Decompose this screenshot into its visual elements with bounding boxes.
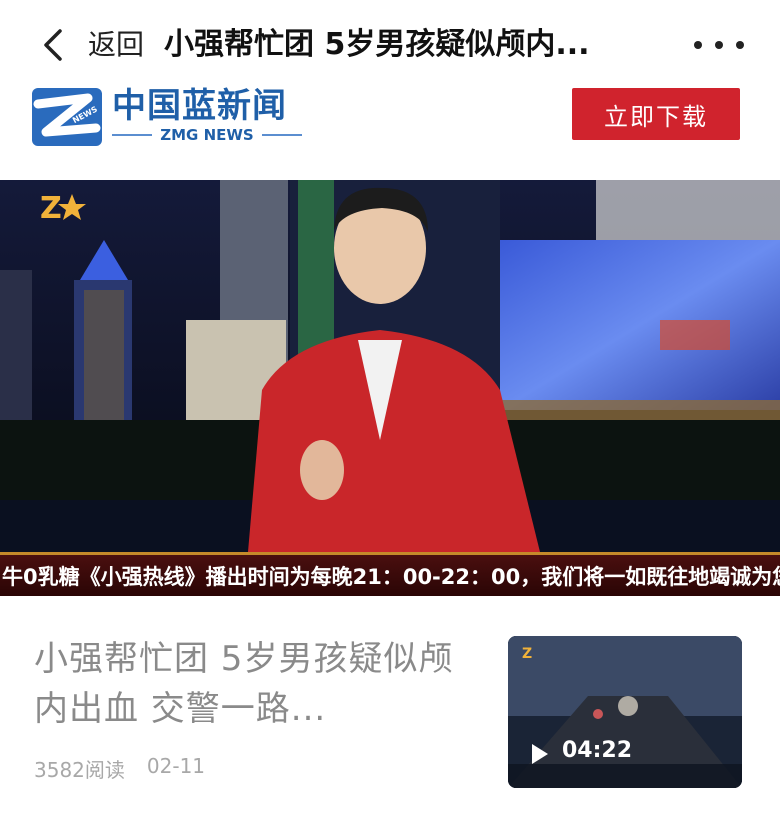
svg-text:Z: Z	[40, 191, 62, 226]
dot	[715, 41, 723, 49]
brand-subtitle: ZMG NEWS	[112, 126, 302, 144]
brand-name-en: ZMG NEWS	[160, 126, 254, 144]
dot	[736, 41, 744, 49]
ticker-text: 牛0乳糖《小强热线》播出时间为每晚21：00-22：00，我们将一如既往地竭诚为…	[2, 564, 780, 589]
video-frame-image: Z	[0, 180, 780, 552]
back-label[interactable]: 返回	[88, 26, 144, 64]
dot	[694, 41, 702, 49]
news-ticker: 牛0乳糖《小强热线》播出时间为每晚21：00-22：00，我们将一如既往地竭诚为…	[0, 552, 780, 596]
top-nav-bar: 返回 小强帮忙团 5岁男孩疑似颅内...	[0, 0, 780, 86]
play-icon[interactable]	[532, 744, 548, 764]
download-button[interactable]: 立即下载	[572, 88, 740, 140]
more-dots-icon[interactable]	[694, 38, 744, 52]
article-title[interactable]: 小强帮忙团 5岁男孩疑似颅内出血 交警一路...	[34, 634, 484, 734]
video-player[interactable]: Z 牛0乳糖《小强热线》播出时间为每晚21：00-22：00，我们将一如既往地竭…	[0, 180, 780, 596]
article-list-item[interactable]: 小强帮忙团 5岁男孩疑似颅内出血 交警一路... 3582阅读 02-11 Z …	[0, 596, 780, 828]
video-thumbnail[interactable]: Z 04:22	[508, 636, 742, 788]
article-meta: 3582阅读 02-11	[34, 754, 205, 783]
chevron-left-icon[interactable]	[38, 28, 68, 62]
thumbnail-image: Z	[508, 636, 742, 788]
video-duration: 04:22	[562, 738, 633, 763]
zmg-logo-icon: NEWS	[32, 88, 102, 146]
divider	[112, 134, 153, 136]
page-title: 小强帮忙团 5岁男孩疑似颅内...	[164, 27, 590, 62]
divider	[261, 134, 302, 136]
brand-banner: NEWS 中国蓝新闻 ZMG NEWS 立即下载	[0, 86, 780, 180]
brand-name: 中国蓝新闻	[112, 86, 287, 126]
publish-date: 02-11	[146, 754, 206, 778]
read-count: 3582阅读	[34, 758, 125, 782]
svg-text:Z: Z	[522, 646, 532, 662]
